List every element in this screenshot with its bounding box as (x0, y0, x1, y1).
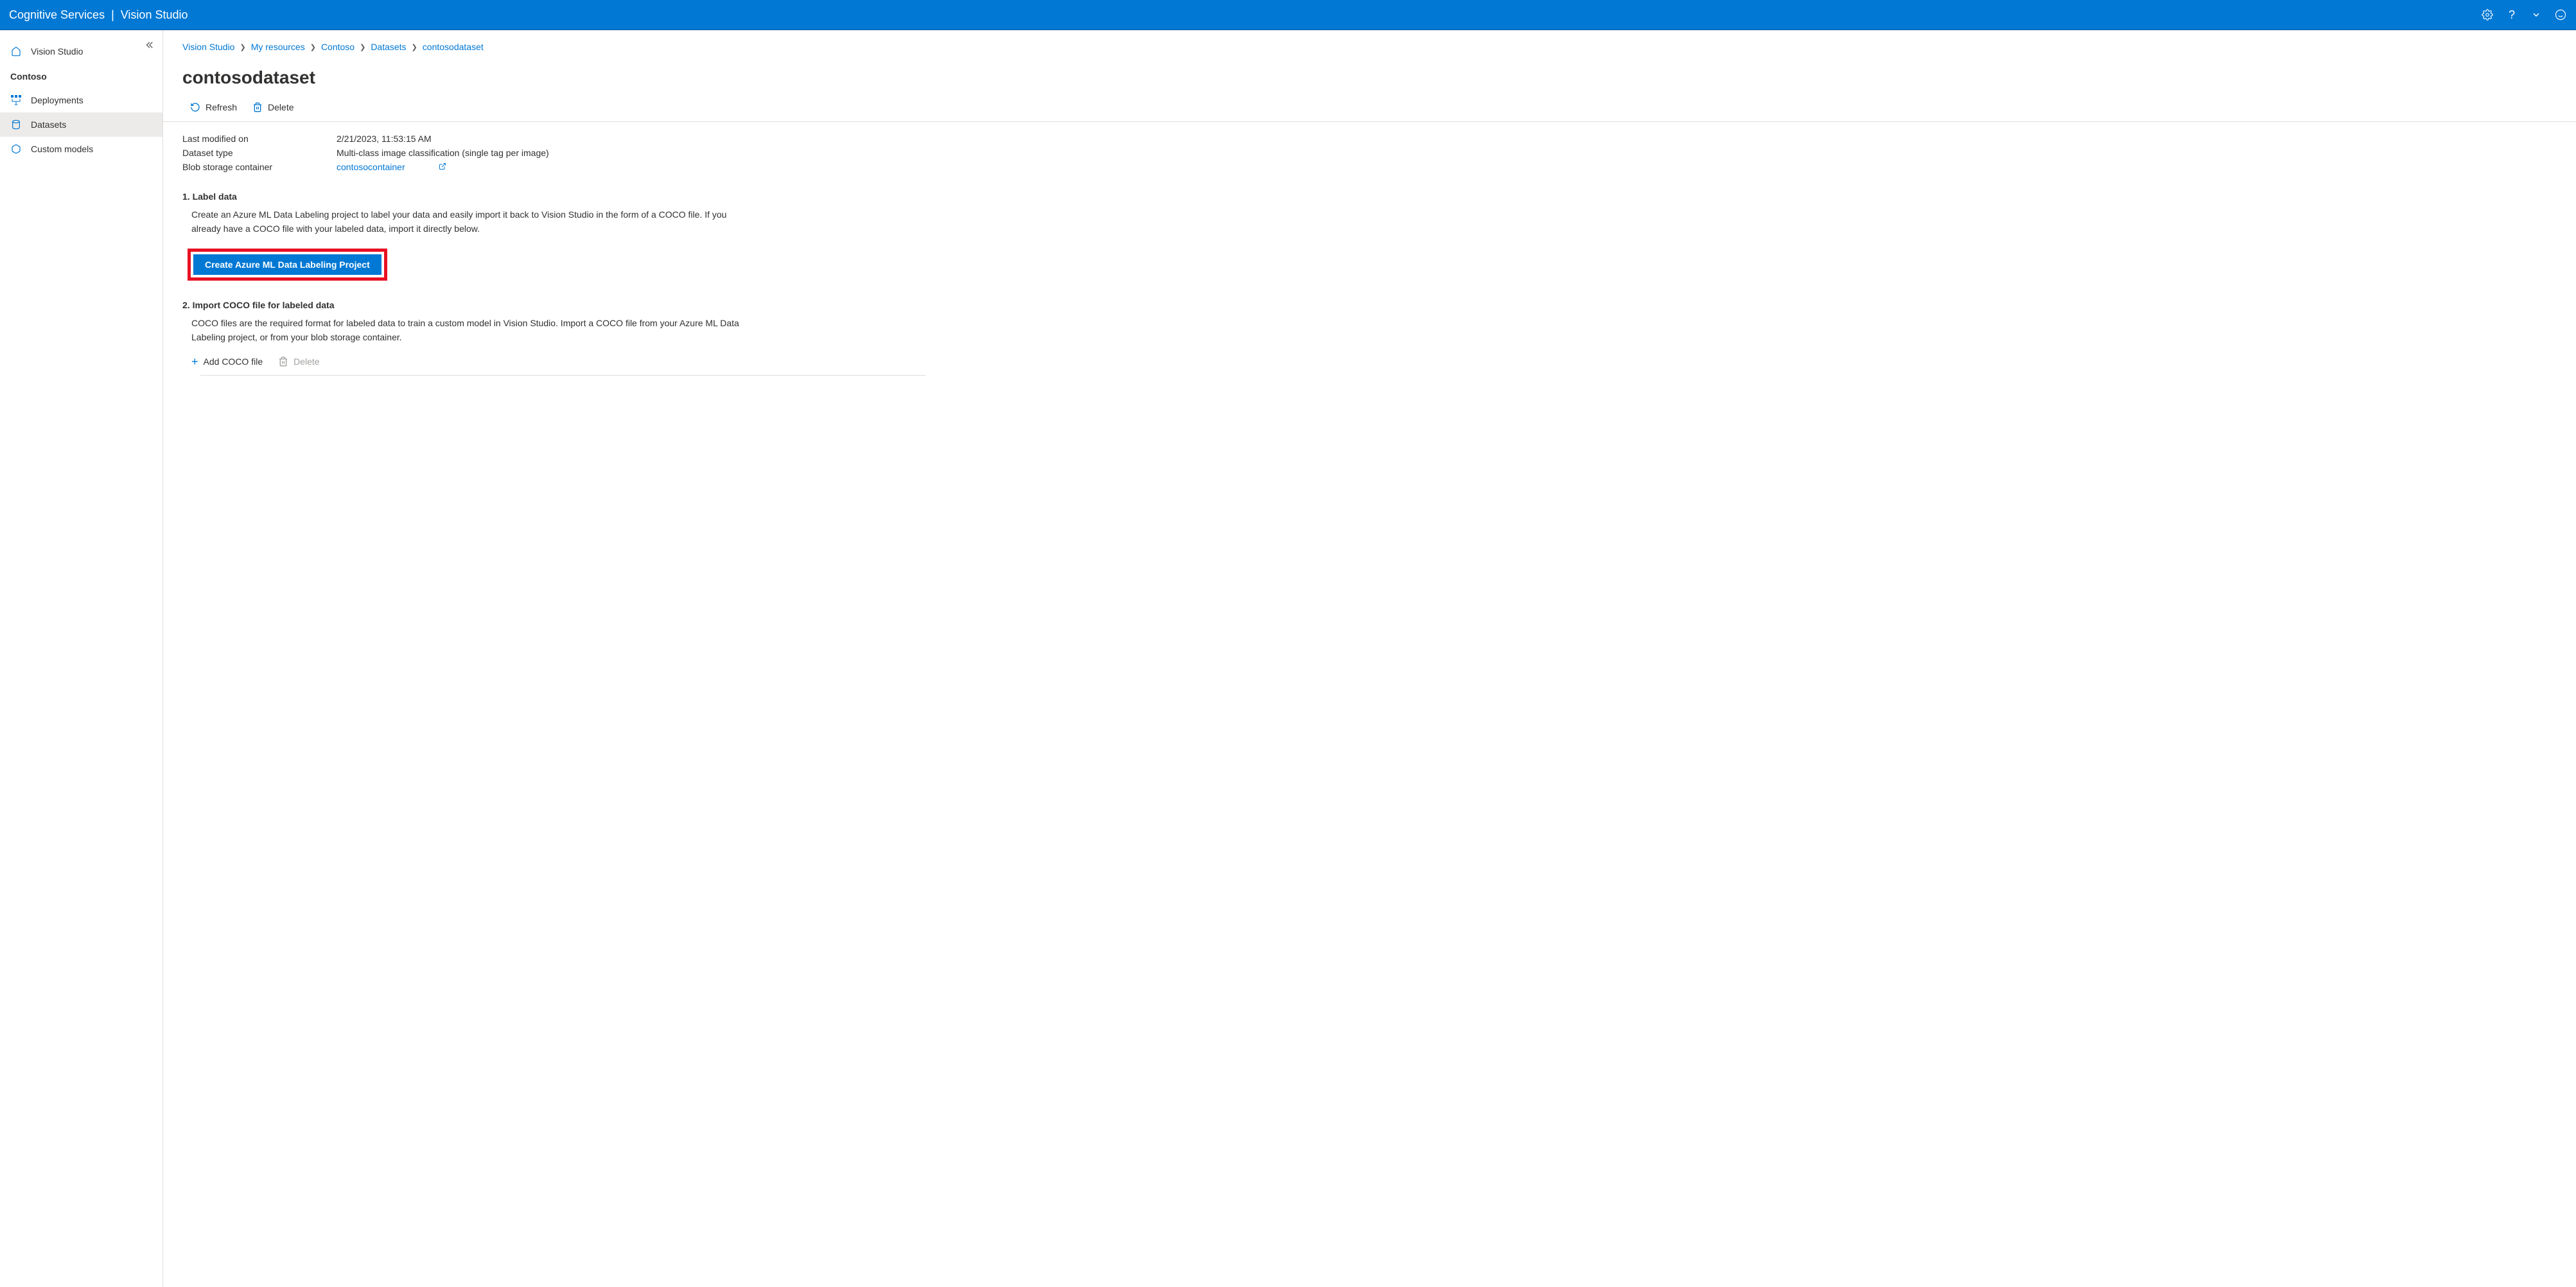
blob-container-label: Blob storage container (182, 162, 337, 172)
section2-title: 2. Import COCO file for labeled data (182, 300, 2557, 310)
page-title: contosodataset (182, 67, 2557, 88)
chevron-right-icon: ❯ (240, 43, 245, 51)
breadcrumb: Vision Studio ❯ My resources ❯ Contoso ❯… (182, 42, 2557, 52)
deployments-icon (10, 94, 22, 106)
breadcrumb-datasets[interactable]: Datasets (371, 42, 406, 52)
dataset-type-value: Multi-class image classification (single… (337, 148, 549, 158)
help-icon[interactable]: ? (2505, 8, 2518, 21)
delete-label: Delete (268, 102, 294, 112)
external-link-icon[interactable] (439, 163, 446, 172)
sidebar-item-label: Datasets (31, 119, 66, 130)
chevron-right-icon: ❯ (412, 43, 417, 51)
sidebar-item-custom-models[interactable]: Custom models (0, 137, 162, 161)
settings-icon[interactable] (2481, 8, 2494, 21)
create-labeling-project-button[interactable]: Create Azure ML Data Labeling Project (193, 254, 381, 275)
last-modified-label: Last modified on (182, 134, 337, 144)
toolbar: Refresh Delete (190, 102, 2557, 121)
sidebar-home-label: Vision Studio (31, 46, 83, 57)
chevron-down-icon[interactable] (2530, 8, 2543, 21)
detail-last-modified: Last modified on 2/21/2023, 11:53:15 AM (182, 134, 2557, 144)
app-name: Cognitive Services (9, 8, 105, 22)
section1-desc: Create an Azure ML Data Labeling project… (191, 208, 757, 236)
refresh-label: Refresh (206, 102, 237, 112)
header-actions: ? (2481, 8, 2567, 21)
divider (163, 121, 2576, 122)
last-modified-value: 2/21/2023, 11:53:15 AM (337, 134, 432, 144)
section-import-coco: 2. Import COCO file for labeled data COC… (182, 300, 2557, 375)
header-divider: | (111, 8, 114, 22)
breadcrumb-current: contosodataset (423, 42, 484, 52)
layout: Vision Studio Contoso Deployments Datase… (0, 30, 2576, 1287)
divider (200, 375, 926, 376)
trash-icon (278, 356, 288, 367)
dataset-type-label: Dataset type (182, 148, 337, 158)
chevron-right-icon: ❯ (310, 43, 316, 51)
section2-desc: COCO files are the required format for l… (191, 317, 757, 344)
blob-container-link[interactable]: contosocontainer (337, 162, 405, 172)
delete-coco-button: Delete (278, 356, 319, 367)
custom-models-icon (10, 143, 22, 155)
trash-icon (252, 102, 263, 112)
sidebar-section-contoso: Contoso (0, 64, 162, 88)
sidebar-item-label: Custom models (31, 144, 93, 154)
section-label-data: 1. Label data Create an Azure ML Data La… (182, 191, 2557, 281)
coco-actions: + Add COCO file Delete (191, 355, 2557, 375)
section1-title: 1. Label data (182, 191, 2557, 202)
plus-icon: + (191, 355, 198, 369)
add-coco-file-button[interactable]: + Add COCO file (191, 355, 263, 369)
delete-button[interactable]: Delete (252, 102, 294, 112)
header-title-group: Cognitive Services | Vision Studio (9, 8, 188, 22)
detail-dataset-type: Dataset type Multi-class image classific… (182, 148, 2557, 158)
datasets-icon (10, 119, 22, 130)
detail-blob-container: Blob storage container contosocontainer (182, 162, 2557, 172)
app-header: Cognitive Services | Vision Studio ? (0, 0, 2576, 30)
collapse-sidebar-icon[interactable] (145, 40, 153, 53)
sidebar-item-deployments[interactable]: Deployments (0, 88, 162, 112)
refresh-icon (190, 102, 200, 112)
sidebar: Vision Studio Contoso Deployments Datase… (0, 30, 163, 1287)
sidebar-item-label: Deployments (31, 95, 83, 105)
sidebar-item-datasets[interactable]: Datasets (0, 112, 162, 137)
add-coco-label: Add COCO file (204, 356, 263, 367)
feedback-smile-icon[interactable] (2554, 8, 2567, 21)
main-content: Vision Studio ❯ My resources ❯ Contoso ❯… (163, 30, 2576, 1287)
breadcrumb-vision-studio[interactable]: Vision Studio (182, 42, 234, 52)
app-subtitle: Vision Studio (121, 8, 188, 22)
chevron-right-icon: ❯ (360, 43, 365, 51)
sidebar-home[interactable]: Vision Studio (0, 39, 162, 64)
highlight-annotation: Create Azure ML Data Labeling Project (188, 249, 387, 281)
refresh-button[interactable]: Refresh (190, 102, 237, 112)
home-icon (10, 46, 22, 57)
breadcrumb-my-resources[interactable]: My resources (251, 42, 305, 52)
delete-coco-label: Delete (294, 356, 319, 367)
breadcrumb-contoso[interactable]: Contoso (321, 42, 355, 52)
